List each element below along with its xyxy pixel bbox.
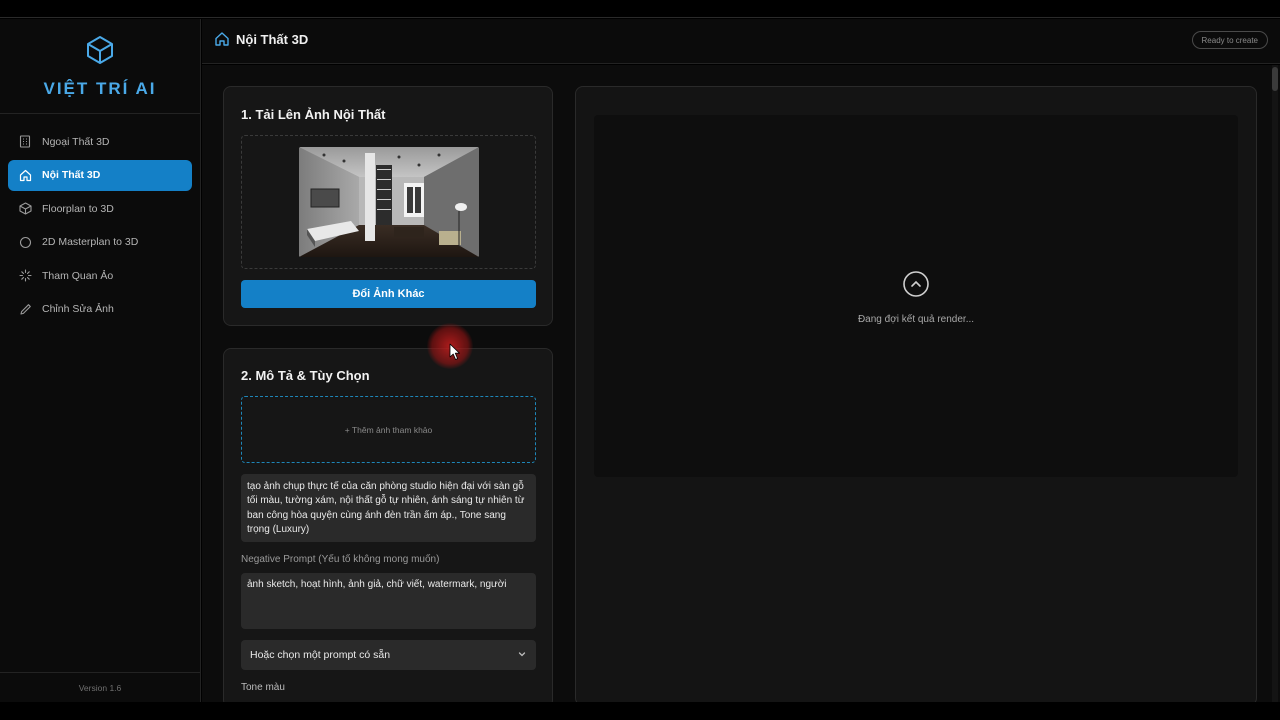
render-preview-area: Đang đợi kết quả render... — [594, 115, 1238, 477]
sidebar-item-label: 2D Masterplan to 3D — [42, 236, 139, 248]
sidebar-item-chinh-sua-anh[interactable]: Chỉnh Sửa Ảnh — [8, 294, 192, 325]
uploaded-interior-image — [299, 147, 479, 257]
sidebar-item-label: Tham Quan Ảo — [42, 269, 114, 282]
home-icon — [214, 31, 230, 47]
home-icon — [18, 168, 32, 182]
chevron-down-icon — [517, 649, 527, 662]
sidebar-item-label: Floorplan to 3D — [42, 202, 114, 215]
upload-dropzone[interactable] — [241, 135, 536, 269]
negative-prompt-label: Negative Prompt (Yếu tố không mong muốn) — [241, 554, 440, 565]
loading-icon — [902, 270, 930, 298]
sidebar-item-label: Nội Thất 3D — [42, 169, 101, 181]
change-image-button[interactable]: Đổi Ảnh Khác — [241, 280, 536, 308]
window-top-bar — [0, 0, 1280, 18]
sidebar-item-2d-masterplan-to-3d[interactable]: 2D Masterplan to 3D — [8, 227, 192, 258]
add-reference-image-dropzone[interactable]: + Thêm ảnh tham khảo — [241, 396, 536, 463]
cube-icon — [84, 34, 116, 71]
preset-prompt-select-value: Hoặc chọn một prompt có sẵn — [250, 649, 391, 661]
tone-color-label: Tone màu — [241, 682, 285, 693]
mouse-pointer-icon — [449, 343, 461, 361]
negative-prompt-textarea[interactable]: ảnh sketch, hoạt hình, ảnh giả, chữ viết… — [241, 573, 536, 629]
version-label: Version 1.6 — [0, 672, 200, 702]
sidebar-item-floorplan-to-3d[interactable]: Floorplan to 3D — [8, 193, 192, 224]
page-title-text: Nội Thất 3D — [236, 31, 309, 47]
waiting-status-text: Đang đợi kết quả render... — [857, 314, 975, 325]
brand-logo[interactable]: VIỆT TRÍ AI — [0, 19, 200, 114]
upload-card-title: 1. Tải Lên Ảnh Nội Thất — [241, 107, 386, 122]
circle-icon — [18, 235, 32, 249]
main-scrollbar[interactable] — [1272, 65, 1278, 702]
cube-icon — [18, 202, 32, 216]
brand-name: VIỆT TRÍ AI — [43, 78, 157, 98]
sidebar-item-ngoai-that-3d[interactable]: Ngoại Thất 3D — [8, 126, 192, 157]
sidebar-item-tham-quan-ao[interactable]: Tham Quan Ảo — [8, 260, 192, 291]
scrollbar-thumb[interactable] — [1272, 67, 1278, 91]
sparkle-icon — [18, 269, 32, 283]
sidebar-item-label: Chỉnh Sửa Ảnh — [42, 303, 114, 315]
pencil-icon — [18, 302, 32, 316]
window-bottom-bar — [0, 702, 1280, 720]
options-card-title: 2. Mô Tả & Tùy Chọn — [241, 368, 370, 383]
page-title: Nội Thất 3D — [214, 31, 308, 47]
preset-prompt-select[interactable]: Hoặc chọn một prompt có sẵn — [241, 640, 536, 670]
building-icon — [18, 135, 32, 149]
result-panel: Đang đợi kết quả render... — [575, 86, 1257, 706]
sidebar-item-label: Ngoại Thất 3D — [42, 135, 110, 148]
options-card: 2. Mô Tả & Tùy Chọn + Thêm ảnh tham khảo… — [223, 348, 553, 708]
sidebar-item-noi-that-3d[interactable]: Nội Thất 3D — [8, 159, 192, 191]
status-badge: Ready to create — [1191, 31, 1268, 49]
page-header: Nội Thất 3D Ready to create — [202, 19, 1280, 64]
sidebar-nav: Ngoại Thất 3D Nội Thất 3D Floorplan to 3… — [0, 114, 200, 339]
main-content: 1. Tải Lên Ảnh Nội Thất Đổi Ảnh Khác 2. … — [202, 65, 1280, 708]
upload-card: 1. Tải Lên Ảnh Nội Thất Đổi Ảnh Khác — [223, 86, 553, 326]
sidebar: VIỆT TRÍ AI Ngoại Thất 3D Nội Thất 3D Fl… — [0, 19, 201, 702]
prompt-textarea[interactable]: tạo ảnh chụp thực tế của căn phòng studi… — [241, 474, 536, 542]
